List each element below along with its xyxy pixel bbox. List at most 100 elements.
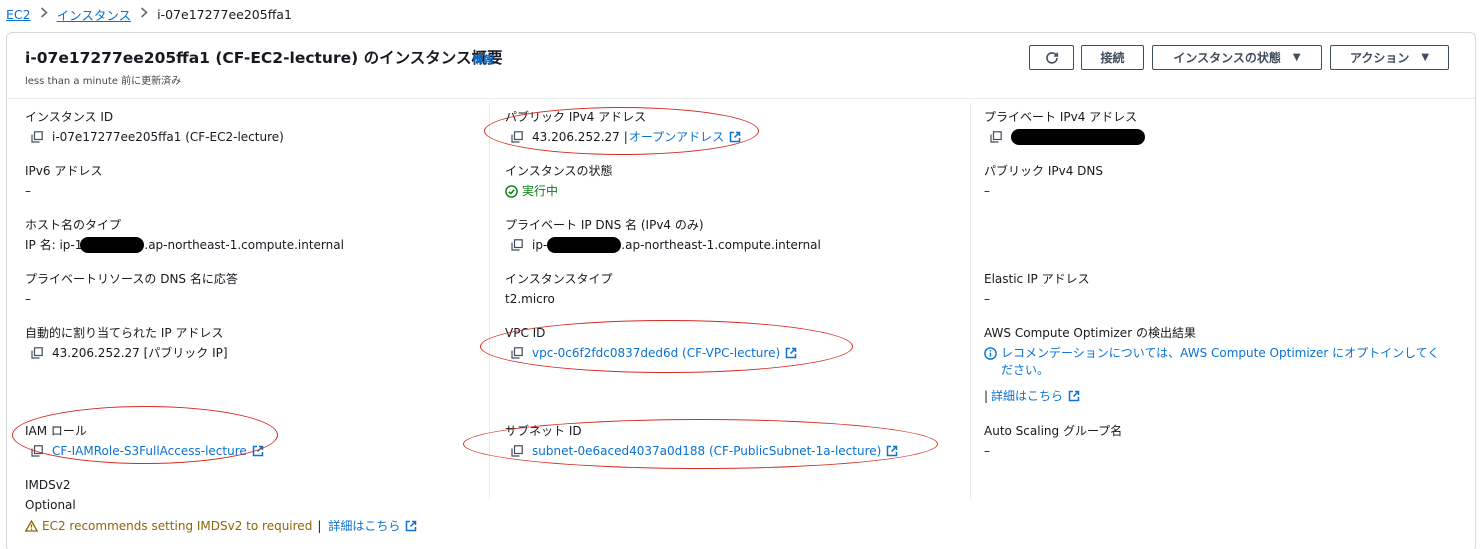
updated-timestamp: less than a minute 前に更新済み: [25, 76, 182, 87]
vpc-id-link[interactable]: vpc-0c6f2fdc0837ded6d (CF-VPC-lecture): [532, 345, 780, 361]
caret-down-icon: ▼: [1421, 52, 1430, 63]
copy-icon[interactable]: [31, 347, 43, 359]
breadcrumb-instances-link[interactable]: インスタンス: [57, 5, 132, 24]
details-column-1: インスタンス ID i-07e17277ee205ffa1 (CF-EC2-le…: [24, 99, 485, 533]
external-link-icon[interactable]: [785, 347, 797, 359]
instance-type-field: インスタンスタイプ t2.micro: [505, 271, 965, 307]
private-ip-dns-suffix: .ap-northeast-1.compute.internal: [621, 238, 821, 252]
separator: |: [317, 519, 322, 533]
instance-id-value: i-07e17277ee205ffa1 (CF-EC2-lecture): [52, 130, 284, 144]
instance-state-field: インスタンスの状態 実行中: [505, 163, 965, 199]
field-label: パブリック IPv4 DNS: [984, 164, 1103, 178]
panel-header: i-07e17277ee205ffa1 (CF-EC2-lecture) のイン…: [7, 33, 1475, 99]
public-ipv4-dns-field: パブリック IPv4 DNS –: [984, 163, 1444, 199]
breadcrumb: EC2 インスタンス i-07e17277ee205ffa1: [6, 5, 292, 23]
external-link-icon[interactable]: [729, 131, 741, 143]
private-dns-answer-value: –: [25, 292, 31, 306]
instance-state-dropdown[interactable]: インスタンスの状態 ▼: [1152, 45, 1322, 70]
iam-role-link[interactable]: CF-IAMRole-S3FullAccess-lecture: [52, 443, 247, 459]
field-label: サブネット ID: [505, 424, 582, 438]
field-label: IMDSv2: [25, 478, 71, 492]
field-label: 自動的に割り当てられた IP アドレス: [25, 326, 224, 340]
subnet-id-link[interactable]: subnet-0e6aced4037a0d188 (CF-PublicSubne…: [532, 443, 881, 459]
optimizer-opt-in-link-cont[interactable]: ださい。: [1001, 362, 1049, 378]
auto-ip-field: 自動的に割り当てられた IP アドレス 43.206.252.27 [パブリック…: [25, 325, 485, 361]
external-link-icon[interactable]: [1068, 390, 1080, 402]
private-ipv4-field: プライベート IPv4 アドレス: [984, 109, 1444, 145]
field-label: IAM ロール: [25, 424, 87, 438]
subnet-id-field: サブネット ID subnet-0e6aced4037a0d188 (CF-Pu…: [505, 423, 965, 459]
actions-label: アクション: [1349, 51, 1410, 65]
compute-optimizer-field: AWS Compute Optimizer の検出結果 レコメンデーションについ…: [984, 325, 1464, 404]
field-label: AWS Compute Optimizer の検出結果: [984, 326, 1196, 340]
instance-state-value: 実行中: [522, 184, 559, 198]
vpc-id-field: VPC ID vpc-0c6f2fdc0837ded6d (CF-VPC-lec…: [505, 325, 965, 361]
private-ip-dns-prefix: ip-: [532, 238, 548, 252]
separator: |: [623, 130, 628, 144]
hostname-type-field: ホスト名のタイプ IP 名: ip-1 .ap-northeast-1.comp…: [25, 217, 485, 253]
auto-ip-value: 43.206.252.27 [パブリック IP]: [52, 346, 228, 360]
copy-icon[interactable]: [511, 239, 523, 251]
copy-icon[interactable]: [31, 131, 43, 143]
refresh-button[interactable]: [1029, 45, 1074, 70]
field-label: インスタンスの状態: [505, 164, 613, 178]
warning-icon: [24, 519, 39, 532]
column-divider: [489, 103, 490, 499]
public-ipv4-field: パブリック IPv4 アドレス 43.206.252.27 | オープンアドレス: [505, 109, 965, 145]
column-divider: [970, 103, 971, 499]
refresh-icon: [1045, 51, 1059, 65]
field-label: プライベートリソースの DNS 名に応答: [25, 272, 238, 286]
imdsv2-learn-more-link[interactable]: 詳細はこちら: [328, 518, 400, 534]
redacted-block: [80, 237, 145, 253]
external-link-icon[interactable]: [886, 445, 898, 457]
imdsv2-field: IMDSv2 Optional EC2 recommends setting I…: [24, 477, 485, 534]
ipv6-field: IPv6 アドレス –: [25, 163, 485, 199]
external-link-icon[interactable]: [252, 445, 264, 457]
hostname-prefix: IP 名: ip-1: [25, 238, 83, 252]
instance-id-field: インスタンス ID i-07e17277ee205ffa1 (CF-EC2-le…: [25, 109, 485, 145]
info-circle-icon: [984, 346, 997, 360]
instance-state-label: インスタンスの状態: [1173, 51, 1281, 65]
hostname-suffix: .ap-northeast-1.compute.internal: [144, 238, 344, 252]
breadcrumb-current: i-07e17277ee205ffa1: [157, 6, 292, 22]
field-label: VPC ID: [505, 326, 546, 340]
copy-icon[interactable]: [31, 445, 43, 457]
autoscaling-field: Auto Scaling グループ名 –: [984, 423, 1444, 459]
field-label: ホスト名のタイプ: [25, 218, 122, 232]
redacted-block: [547, 237, 622, 253]
private-dns-answer-field: プライベートリソースの DNS 名に応答 –: [25, 271, 485, 307]
optimizer-opt-in-link[interactable]: レコメンデーションについては、AWS Compute Optimizer にオプ…: [1001, 345, 1439, 361]
imdsv2-value: Optional: [25, 498, 76, 512]
imdsv2-warning-text: EC2 recommends setting IMDSv2 to require…: [42, 519, 313, 533]
field-label: プライベート IP DNS 名 (IPv4 のみ): [505, 218, 704, 232]
field-label: インスタンスタイプ: [505, 272, 613, 286]
public-ipv4-dns-value: –: [984, 184, 990, 198]
instance-type-value: t2.micro: [505, 292, 555, 306]
copy-icon[interactable]: [511, 445, 523, 457]
optimizer-learn-more-link[interactable]: 詳細はこちら: [991, 388, 1063, 404]
external-link-icon[interactable]: [405, 520, 417, 532]
iam-role-field: IAM ロール CF-IAMRole-S3FullAccess-lecture: [25, 423, 485, 459]
field-label: インスタンス ID: [25, 110, 114, 124]
open-address-link[interactable]: オープンアドレス: [629, 129, 724, 145]
details-column-3: プライベート IPv4 アドレス パブリック IPv4 DNS – Elasti…: [984, 99, 1464, 501]
redacted-block: [1011, 129, 1145, 145]
autoscaling-value: –: [984, 444, 990, 458]
elastic-ip-value: –: [984, 292, 990, 306]
field-label: プライベート IPv4 アドレス: [984, 110, 1138, 124]
copy-icon[interactable]: [511, 347, 523, 359]
elastic-ip-field: Elastic IP アドレス –: [984, 271, 1444, 307]
instance-summary-panel: i-07e17277ee205ffa1 (CF-EC2-lecture) のイン…: [6, 32, 1476, 549]
chevron-right-icon: [140, 6, 148, 22]
breadcrumb-ec2-link[interactable]: EC2: [6, 7, 31, 22]
caret-down-icon: ▼: [1292, 52, 1301, 63]
copy-icon[interactable]: [511, 131, 523, 143]
copy-icon[interactable]: [990, 131, 1002, 143]
actions-dropdown[interactable]: アクション ▼: [1330, 45, 1449, 70]
check-circle-icon: [505, 184, 518, 198]
public-ipv4-value: 43.206.252.27: [532, 130, 620, 144]
separator: |: [984, 389, 989, 403]
ipv6-value: –: [25, 184, 31, 198]
info-link[interactable]: 情報: [473, 52, 494, 67]
connect-button[interactable]: 接続: [1081, 45, 1144, 70]
